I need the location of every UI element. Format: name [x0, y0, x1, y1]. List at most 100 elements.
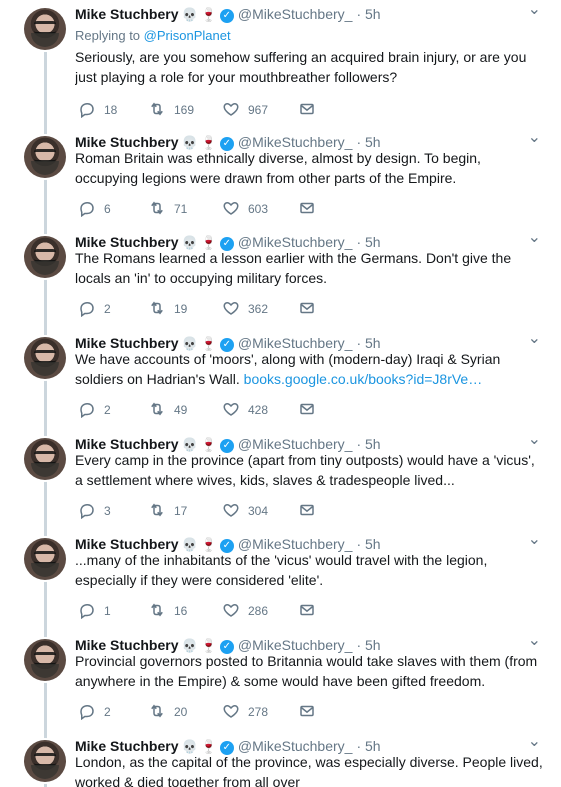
retweet-button[interactable]: 49	[148, 399, 187, 421]
retweet-icon	[148, 100, 174, 121]
tweet-text: Roman Britain was ethnically diverse, al…	[75, 148, 543, 188]
reply-icon	[78, 400, 104, 421]
direct-message-button[interactable]	[298, 198, 324, 220]
chevron-down-icon[interactable]: ⌄	[528, 633, 541, 649]
direct-message-button[interactable]	[298, 500, 324, 522]
tweet-text: Seriously, are you somehow suffering an …	[75, 47, 543, 87]
reply-count: 6	[104, 202, 111, 216]
author-avatar[interactable]	[24, 8, 66, 50]
tweet-8[interactable]: Mike Stuchbery 💀 🍷 ✓ @MikeStuchbery_ · 5h ⌄ L…	[0, 732, 561, 787]
reply-button[interactable]: 18	[78, 99, 117, 121]
tweet-text-content: Roman Britain was ethnically diverse, al…	[75, 150, 481, 186]
envelope-icon	[298, 702, 324, 723]
reply-icon	[78, 299, 104, 320]
author-handle[interactable]: @MikeStuchbery_	[238, 6, 353, 22]
tweet-7[interactable]: Mike Stuchbery 💀 🍷 ✓ @MikeStuchbery_ · 5h ⌄ P…	[0, 631, 561, 731]
reply-button[interactable]: 2	[78, 701, 111, 723]
direct-message-button[interactable]	[298, 298, 324, 320]
like-button[interactable]: 286	[222, 600, 268, 622]
like-count: 304	[248, 504, 269, 518]
envelope-icon	[298, 299, 324, 320]
tweet-text: ...many of the inhabitants of the 'vicus…	[75, 550, 543, 590]
author-avatar[interactable]	[24, 639, 66, 681]
like-button[interactable]: 278	[222, 701, 268, 723]
tweet-text: The Romans learned a lesson earlier with…	[75, 248, 543, 288]
tweet-5[interactable]: Mike Stuchbery 💀 🍷 ✓ @MikeStuchbery_ · 5h ⌄ E…	[0, 430, 561, 530]
chevron-down-icon[interactable]: ⌄	[528, 230, 541, 246]
tweet-4[interactable]: Mike Stuchbery 💀 🍷 ✓ @MikeStuchbery_ · 5h ⌄ W…	[0, 329, 561, 429]
reply-button[interactable]: 3	[78, 500, 111, 522]
skull-emoji: 💀	[181, 7, 198, 22]
reply-button[interactable]: 2	[78, 399, 111, 421]
retweet-count: 169	[174, 103, 195, 117]
retweet-icon	[148, 199, 174, 220]
reply-count: 2	[104, 403, 111, 417]
retweet-count: 19	[174, 302, 188, 316]
tweet-6[interactable]: Mike Stuchbery 💀 🍷 ✓ @MikeStuchbery_ · 5h ⌄ .…	[0, 530, 561, 630]
reply-icon	[78, 501, 104, 522]
tweet-actions: 2 19 362	[78, 298, 378, 320]
author-name[interactable]: Mike Stuchbery	[75, 6, 178, 22]
chevron-down-icon[interactable]: ⌄	[528, 130, 541, 146]
retweet-icon	[148, 400, 174, 421]
chevron-down-icon[interactable]: ⌄	[528, 331, 541, 347]
reply-button[interactable]: 1	[78, 600, 111, 622]
author-avatar[interactable]	[24, 538, 66, 580]
heart-icon	[222, 501, 248, 522]
author-avatar[interactable]	[24, 236, 66, 278]
tweet-3[interactable]: Mike Stuchbery 💀 🍷 ✓ @MikeStuchbery_ · 5h ⌄ T…	[0, 228, 561, 328]
replying-to-label: Replying to	[75, 28, 144, 43]
direct-message-button[interactable]	[298, 99, 324, 121]
tweet-link[interactable]: books.google.co.uk/books?id=J8rVe…	[244, 371, 483, 387]
like-count: 278	[248, 705, 269, 719]
reply-button[interactable]: 6	[78, 198, 111, 220]
like-button[interactable]: 304	[222, 500, 268, 522]
tweet-header: Mike Stuchbery 💀 🍷 ✓ @MikeStuchbery_ · 5h	[75, 4, 381, 24]
direct-message-button[interactable]	[298, 701, 324, 723]
reply-button[interactable]: 2	[78, 298, 111, 320]
like-button[interactable]: 362	[222, 298, 268, 320]
chevron-down-icon[interactable]: ⌄	[528, 734, 541, 750]
tweet-text-content: Every camp in the province (apart from t…	[75, 452, 535, 488]
tweet-text-content: Provincial governors posted to Britannia…	[75, 653, 538, 689]
like-count: 603	[248, 202, 269, 216]
retweet-count: 71	[174, 202, 188, 216]
reply-icon	[78, 199, 104, 220]
direct-message-button[interactable]	[298, 399, 324, 421]
retweet-button[interactable]: 16	[148, 600, 187, 622]
replying-to-account-link[interactable]: @PrisonPlanet	[144, 28, 231, 43]
replying-to-line: Replying to @PrisonPlanet	[75, 27, 231, 45]
retweet-button[interactable]: 20	[148, 701, 187, 723]
reply-count: 3	[104, 504, 111, 518]
author-avatar[interactable]	[24, 337, 66, 379]
tweet-actions: 6 71 603	[78, 198, 378, 220]
chevron-down-icon[interactable]: ⌄	[528, 532, 541, 548]
direct-message-button[interactable]	[298, 600, 324, 622]
retweet-button[interactable]: 17	[148, 500, 187, 522]
author-avatar[interactable]	[24, 136, 66, 178]
tweet-2[interactable]: Mike Stuchbery 💀 🍷 ✓ @MikeStuchbery_ · 5h ⌄ R…	[0, 128, 561, 228]
tweet-1[interactable]: Mike Stuchbery 💀 🍷 ✓ @MikeStuchbery_ · 5h ⌄ R…	[0, 0, 561, 118]
reply-count: 1	[104, 604, 111, 618]
tweet-actions: 3 17 304	[78, 500, 378, 522]
retweet-icon	[148, 501, 174, 522]
like-button[interactable]: 428	[222, 399, 268, 421]
tweet-actions: 2 49 428	[78, 399, 378, 421]
retweet-button[interactable]: 19	[148, 298, 187, 320]
tweet-actions: 1 16 286	[78, 600, 378, 622]
tweet-actions: 18 169 967	[78, 99, 378, 121]
like-count: 967	[248, 103, 269, 117]
like-button[interactable]: 967	[222, 99, 268, 121]
chevron-down-icon[interactable]: ⌄	[528, 432, 541, 448]
heart-icon	[222, 299, 248, 320]
chevron-down-icon[interactable]: ⌄	[528, 2, 541, 18]
reply-icon	[78, 100, 104, 121]
retweet-count: 49	[174, 403, 188, 417]
reply-count: 2	[104, 705, 111, 719]
retweet-button[interactable]: 169	[148, 99, 194, 121]
like-button[interactable]: 603	[222, 198, 268, 220]
retweet-button[interactable]: 71	[148, 198, 187, 220]
author-avatar[interactable]	[24, 438, 66, 480]
tweet-time[interactable]: · 5h	[356, 6, 380, 22]
author-avatar[interactable]	[24, 740, 66, 782]
